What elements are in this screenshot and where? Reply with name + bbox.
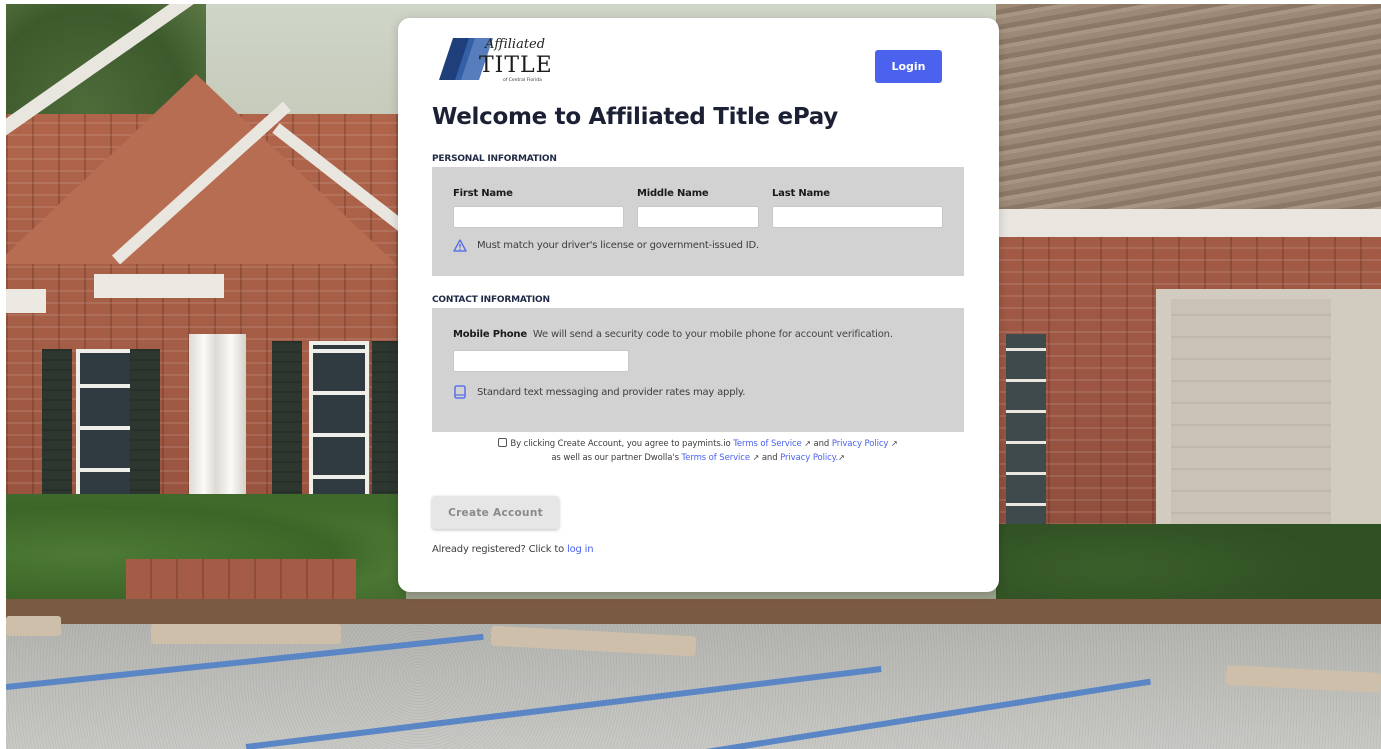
registration-card: Affiliated TITLE of Central Florida Logi… xyxy=(398,18,999,592)
personal-note: Must match your driver's license or gove… xyxy=(453,239,759,252)
external-link-icon: ↗ xyxy=(752,453,760,462)
page-title: Welcome to Affiliated Title ePay xyxy=(432,104,838,130)
consent-checkbox[interactable] xyxy=(498,438,508,447)
first-name-input[interactable] xyxy=(453,206,624,228)
phone-icon xyxy=(454,385,466,399)
dwolla-privacy-link[interactable]: Privacy Policy. xyxy=(780,453,838,463)
logo-main-text: TITLE xyxy=(479,53,553,78)
parking-stop xyxy=(151,624,341,644)
roof-right xyxy=(996,4,1381,229)
last-name-label: Last Name xyxy=(772,188,830,199)
warning-triangle-icon xyxy=(453,239,467,252)
mobile-phone-hint: We will send a security code to your mob… xyxy=(532,329,893,340)
consent-line-1-text: By clicking Create Account, you agree to… xyxy=(510,439,731,449)
first-name-label: First Name xyxy=(453,188,513,199)
affiliated-title-logo: Affiliated TITLE of Central Florida xyxy=(439,37,553,83)
consent-and-1: and xyxy=(813,439,830,449)
external-link-icon: ↗ xyxy=(890,439,898,448)
dwolla-terms-link[interactable]: Terms of Service xyxy=(682,453,751,463)
login-button[interactable]: Login xyxy=(875,50,942,83)
already-registered: Already registered? Click to log in xyxy=(432,544,594,555)
external-link-icon: ↗ xyxy=(838,453,845,462)
window xyxy=(76,349,136,514)
consent-line-1: By clicking Create Account, you agree to… xyxy=(432,437,964,451)
logo-sub-text: of Central Florida xyxy=(503,77,542,83)
contact-info-panel: Mobile Phone We will send a security code… xyxy=(432,308,964,432)
porch-siding xyxy=(1171,299,1331,534)
paymints-terms-link[interactable]: Terms of Service xyxy=(733,439,802,449)
middle-name-label: Middle Name xyxy=(637,188,709,199)
gable-sill xyxy=(6,289,46,313)
gable-sill xyxy=(94,274,224,298)
consent-line-2: as well as our partner Dwolla's Terms of… xyxy=(432,451,964,465)
create-account-button[interactable]: Create Account xyxy=(432,496,559,529)
fascia-right xyxy=(996,209,1381,239)
personal-note-text: Must match your driver's license or gove… xyxy=(477,240,760,251)
external-link-icon: ↗ xyxy=(804,439,811,448)
personal-info-panel: First Name Middle Name Last Name Must ma… xyxy=(432,167,964,276)
consent-line-2-text: as well as our partner Dwolla's xyxy=(551,453,679,463)
contact-note: Standard text messaging and provider rat… xyxy=(453,385,745,399)
contact-section-label: CONTACT INFORMATION xyxy=(432,295,550,305)
window-right xyxy=(1006,334,1046,534)
log-in-link[interactable]: log in xyxy=(567,544,594,555)
already-registered-text: Already registered? Click to xyxy=(432,544,565,555)
parking-stop xyxy=(6,616,61,636)
paymints-privacy-link[interactable]: Privacy Policy xyxy=(832,439,889,449)
consent-and-2: and xyxy=(761,453,778,463)
mobile-phone-input[interactable] xyxy=(453,350,629,372)
personal-section-label: PERSONAL INFORMATION xyxy=(432,154,557,164)
contact-note-text: Standard text messaging and provider rat… xyxy=(477,386,746,398)
middle-name-input[interactable] xyxy=(637,206,759,228)
mobile-phone-label: Mobile Phone We will send a security code… xyxy=(453,329,893,340)
last-name-input[interactable] xyxy=(772,206,943,228)
consent-text: By clicking Create Account, you agree to… xyxy=(432,437,964,465)
mobile-phone-label-text: Mobile Phone xyxy=(453,329,527,340)
logo-script-text: Affiliated xyxy=(484,37,545,52)
